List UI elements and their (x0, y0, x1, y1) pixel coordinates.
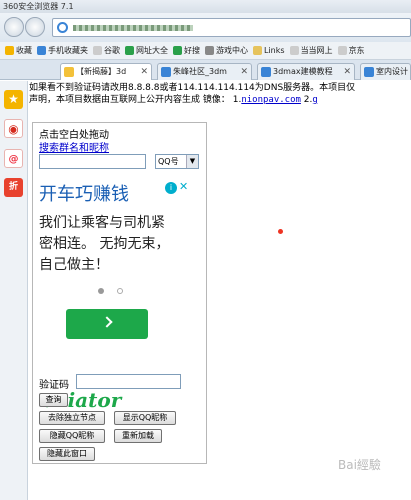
folder-icon (253, 46, 262, 55)
forward-button[interactable] (25, 17, 45, 37)
hide-qq-nickname-button[interactable]: 隐藏QQ昵称 (39, 429, 105, 443)
close-icon[interactable]: ✕ (343, 64, 351, 80)
ad-body-line: 我们让乘客与司机紧 (39, 215, 165, 231)
tab-3[interactable]: 3dmax建模教程 ✕ (257, 63, 355, 80)
bookmark-label: 手机收藏夹 (48, 46, 88, 55)
chevron-down-icon: ▼ (186, 155, 198, 168)
bookmark-label: 好搜 (184, 46, 200, 55)
close-icon[interactable]: ✕ (240, 64, 248, 80)
advertisement[interactable]: 开车巧赚钱 i ✕ 我们让乘客与司机紧 密相连。 无拘无束， 自己做主！ avi… (39, 178, 188, 412)
tab-label: 3dmax建模教程 (273, 67, 333, 76)
bookmarks-bar: 收藏 手机收藏夹 谷歌 网址大全 好搜 游戏中心 Links 当当网上 京东 (0, 42, 411, 60)
mirror-link-2[interactable]: g (312, 95, 317, 105)
address-url-text (73, 25, 193, 31)
bookmark-item[interactable]: 游戏中心 (205, 42, 248, 59)
globe-icon (125, 46, 134, 55)
tab-label: 朱峰社区_3dm (173, 67, 227, 76)
show-qq-nickname-button[interactable]: 显示QQ昵称 (114, 411, 176, 425)
bookmark-label: 网址大全 (136, 46, 168, 55)
window-title: 360安全浏览器 7.1 (3, 2, 74, 11)
weibo-icon[interactable]: ◉ (4, 119, 23, 138)
tab-label: 室内设计 (376, 67, 408, 76)
watermark: Bai經驗 (338, 458, 381, 472)
ad-info-icon[interactable]: i (165, 182, 177, 194)
bookmark-item[interactable]: Links (253, 42, 285, 59)
back-button[interactable] (4, 17, 24, 37)
page-content: 如果看不到验证码请改用8.8.8.8或者114.114.114.114为DNS服… (29, 81, 411, 500)
tab-favicon-icon (261, 67, 271, 77)
bookmark-item[interactable]: 手机收藏夹 (37, 42, 88, 59)
ad-close-icon[interactable]: ✕ (179, 180, 188, 193)
mirror-separator: 2. (300, 95, 313, 105)
search-type-select[interactable]: QQ号 ▼ (155, 154, 199, 169)
discount-icon[interactable]: 折 (4, 178, 23, 197)
search-panel[interactable]: 点击空白处拖动 搜索群名和昵称 QQ号 ▼ 开车巧赚钱 i ✕ 我们让乘客与司机… (32, 122, 207, 464)
close-icon[interactable]: ✕ (140, 64, 148, 80)
disclaimer-line: 声明，本项目数据由互联网上公开内容生成 镜像： 1.nionpav.com 2.… (29, 94, 411, 106)
page-icon (289, 46, 299, 55)
tab-strip: 【新揭藤】3d ✕ 朱峰社区_3dm ✕ 3dmax建模教程 ✕ 室内设计 (0, 60, 411, 80)
search-icon (173, 46, 182, 55)
ad-body-line: 自己做主！ (39, 257, 109, 273)
site-icon (57, 22, 68, 33)
star-icon (5, 46, 14, 55)
bookmark-item[interactable]: 京东 (337, 42, 365, 59)
bookmark-item[interactable]: 网址大全 (125, 42, 168, 59)
mail-at-icon[interactable]: @ (4, 149, 23, 168)
tab-1[interactable]: 【新揭藤】3d ✕ (60, 63, 152, 80)
tab-favicon-icon (64, 67, 74, 77)
favorites-star-icon[interactable]: ★ (4, 90, 23, 109)
graph-node-dot (278, 229, 283, 234)
bookmark-label: Links (264, 46, 285, 55)
tab-label: 【新揭藤】3d (76, 67, 127, 76)
disclaimer-text: 声明，本项目数据由互联网上公开内容生成 镜像： 1. (29, 95, 242, 105)
ad-body-line: 密相连。 无拘无束， (39, 236, 170, 252)
page-icon (93, 46, 102, 55)
bookmark-label: 游戏中心 (216, 46, 248, 55)
navigation-toolbar (0, 13, 411, 42)
tab-4[interactable]: 室内设计 (360, 63, 411, 80)
carousel-dot[interactable] (117, 288, 123, 294)
hide-window-button[interactable]: 隐藏此窗口 (39, 447, 95, 461)
address-bar[interactable] (52, 18, 411, 37)
left-sidebar: ★ ◉ @ 折 (0, 81, 28, 500)
mirror-link-1[interactable]: nionpav.com (241, 95, 301, 105)
query-button[interactable]: 查询 (39, 393, 68, 407)
search-group-link[interactable]: 搜索群名和昵称 (39, 139, 109, 154)
reload-button[interactable]: 重新加载 (114, 429, 162, 443)
bookmark-item[interactable]: 当当网上 (289, 42, 333, 59)
remove-isolated-nodes-button[interactable]: 去除独立节点 (39, 411, 105, 425)
search-type-value: QQ号 (158, 157, 179, 166)
captcha-input[interactable] (76, 374, 181, 389)
carousel-dot-active[interactable] (98, 288, 104, 294)
bookmark-item[interactable]: 收藏 (5, 42, 32, 59)
ad-title: 开车巧赚钱 (39, 184, 129, 205)
bookmark-item[interactable]: 好搜 (173, 42, 200, 59)
bookmark-item[interactable]: 谷歌 (93, 42, 120, 59)
phone-icon (37, 46, 46, 55)
dns-notice: 如果看不到验证码请改用8.8.8.8或者114.114.114.114为DNS服… (29, 83, 356, 93)
bookmark-label: 谷歌 (104, 46, 120, 55)
bookmark-label: 当当网上 (300, 46, 333, 55)
bookmark-label: 收藏 (16, 46, 32, 55)
tab-favicon-icon (364, 67, 374, 77)
page-icon (337, 46, 347, 55)
tab-2[interactable]: 朱峰社区_3dm ✕ (157, 63, 252, 80)
bookmark-label: 京东 (348, 46, 365, 55)
captcha-label: 验证码 (39, 380, 69, 391)
ad-go-button[interactable] (66, 309, 148, 339)
tab-favicon-icon (161, 67, 171, 77)
game-icon (205, 46, 214, 55)
nickname-input[interactable] (39, 154, 146, 169)
title-bar: 360安全浏览器 7.1 (0, 0, 411, 13)
